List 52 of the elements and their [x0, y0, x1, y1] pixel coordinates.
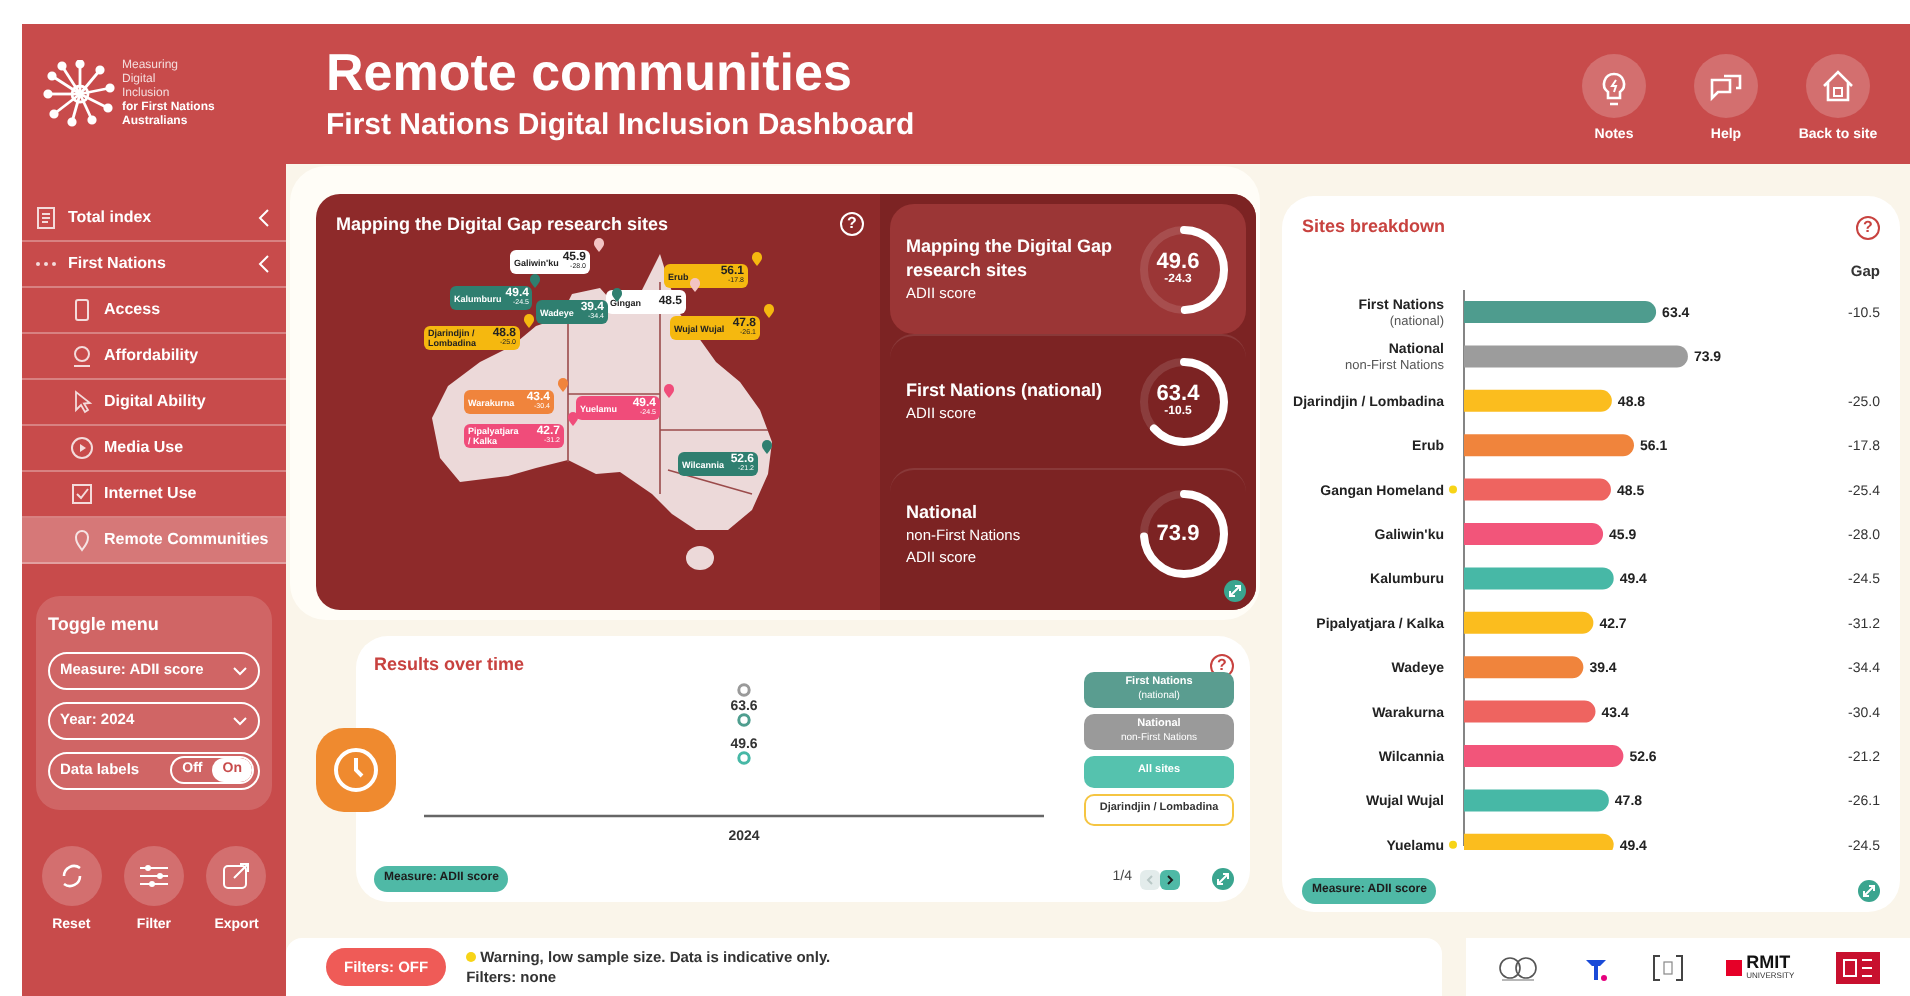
map-pin-icon — [764, 304, 774, 318]
logo-icon — [1836, 951, 1881, 983]
help-button[interactable]: ? — [840, 212, 864, 236]
coin-icon — [70, 344, 94, 368]
chevron-down-icon — [232, 715, 248, 725]
brackets-icon — [1651, 953, 1684, 981]
clock-icon — [332, 745, 380, 793]
map-pin-icon — [524, 314, 534, 328]
panel-title: Toggle menu — [48, 612, 161, 638]
map-pin-icon — [558, 378, 568, 392]
crest-icon — [1495, 953, 1540, 981]
cursor-icon — [70, 390, 94, 414]
map-pin-icon — [690, 278, 700, 292]
map-pin-icon — [664, 384, 674, 398]
logo-text: RMIT — [1746, 954, 1793, 972]
score-gauge — [1138, 223, 1230, 316]
score-title: National — [906, 500, 980, 525]
score-value: 63.4 — [1156, 384, 1200, 407]
panel-title: Mapping the Digital Gap research sites — [336, 212, 669, 238]
help-button[interactable]: ? — [1856, 215, 1880, 240]
expand-icon — [1224, 580, 1246, 602]
nav-item[interactable]: Remote Communities — [22, 518, 286, 564]
map-pin-icon — [762, 440, 772, 454]
map-pin-icon — [568, 412, 578, 426]
score-gauge — [1138, 355, 1230, 448]
expand-icon — [1858, 879, 1880, 901]
chevron-down-icon — [232, 665, 248, 675]
checklist-icon — [70, 482, 94, 506]
map-pin-icon — [594, 238, 604, 252]
expand-icon — [1212, 868, 1234, 890]
map-pin-icon — [752, 252, 762, 266]
page-subtitle: First Nations Digital Inclusion Dashboard — [326, 106, 915, 146]
next-page-icon — [1160, 869, 1180, 889]
map-pin-icon — [612, 288, 622, 302]
card-title: Sites breakdown — [1302, 214, 1446, 240]
pin-icon — [70, 528, 94, 552]
starburst-logo-icon — [42, 60, 116, 128]
score-value: 73.9 — [1156, 523, 1200, 546]
document-icon — [34, 206, 58, 230]
score-gauge — [1138, 488, 1230, 581]
page-title: Remote communities — [326, 42, 854, 102]
phone-icon — [70, 298, 94, 322]
card-title: Results over time — [374, 652, 525, 678]
score-title: First Nations (national) — [906, 378, 1105, 403]
warning-dot-icon — [466, 952, 477, 962]
rmit-mark-icon — [1726, 959, 1743, 975]
play-icon — [70, 436, 94, 460]
map-pin-icon — [530, 274, 540, 288]
chevron-left-icon — [258, 254, 270, 274]
score-value: 49.6 — [1156, 252, 1200, 275]
chevron-left-icon — [258, 208, 270, 228]
score-title: Mapping the Digital Gap research sites — [906, 234, 1114, 283]
